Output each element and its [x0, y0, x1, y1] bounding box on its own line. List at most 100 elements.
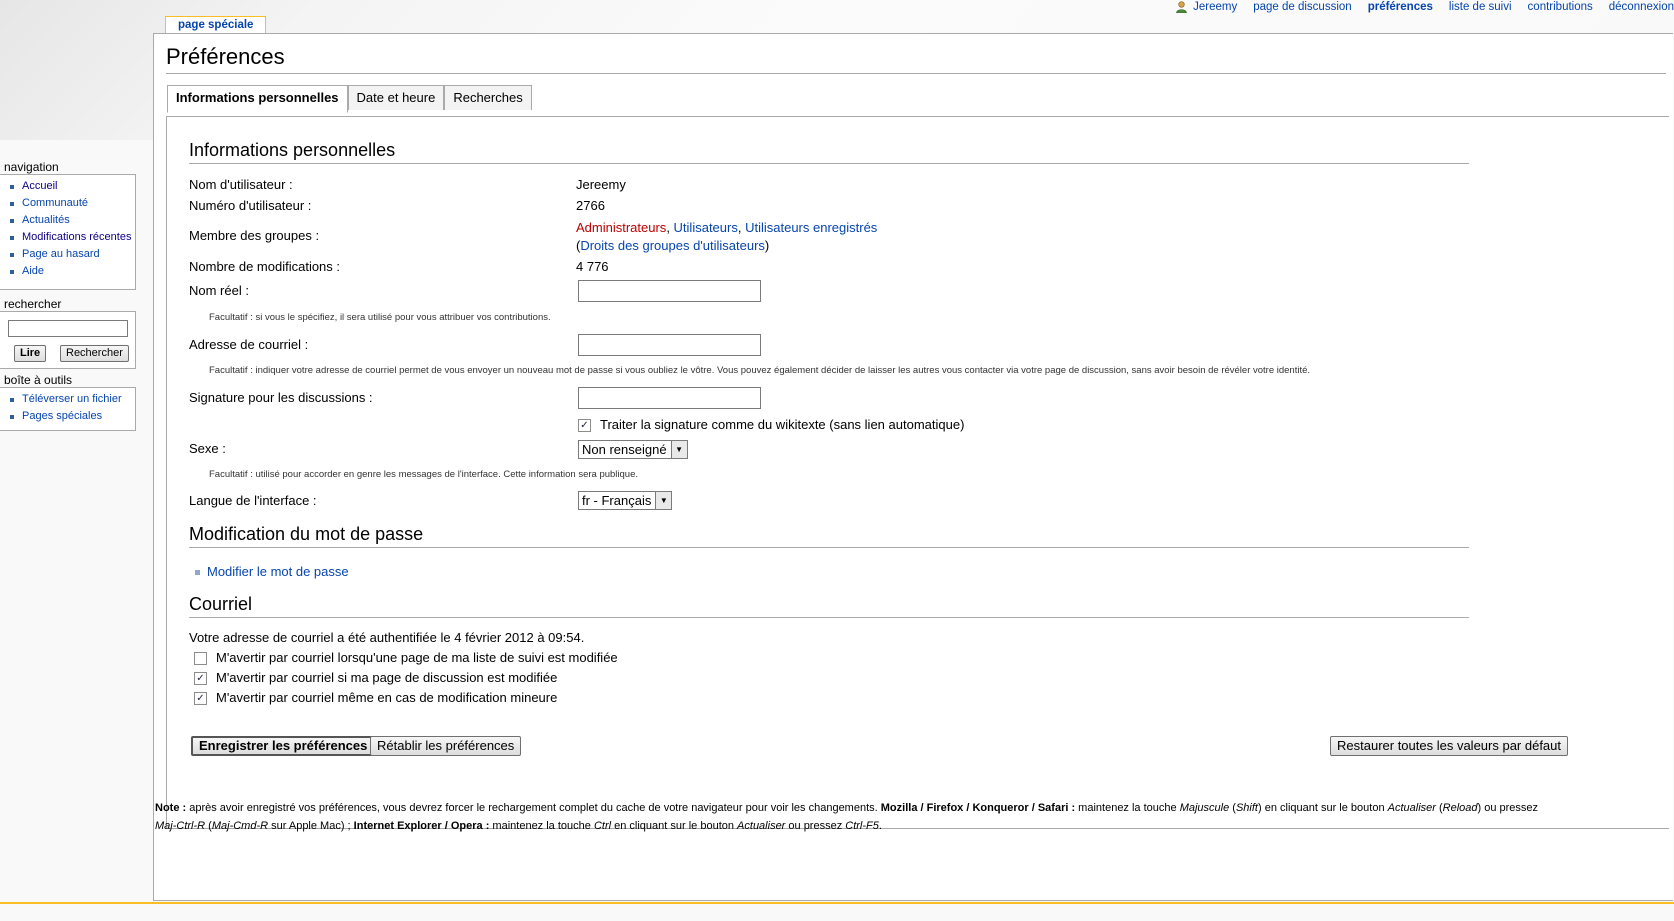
sidebar-item-community[interactable]: Communauté — [10, 195, 135, 212]
sidebar-item-community-link[interactable]: Communauté — [22, 195, 88, 212]
sidebar-item-upload[interactable]: Téléverser un fichier — [10, 391, 135, 408]
note-key: Reload — [1442, 802, 1478, 814]
toolbox-heading: boîte à outils — [4, 373, 73, 387]
search-go-button[interactable]: Lire — [14, 345, 47, 362]
username-label: Nom d'utilisateur : — [189, 177, 293, 192]
note-text: ou pressez — [785, 820, 846, 832]
bullet-icon — [10, 235, 14, 240]
email-opt-minor-checkbox[interactable]: ✓ — [194, 691, 207, 705]
note-text: maintenez la touche — [1075, 802, 1180, 814]
personal-contributions[interactable]: contributions — [1528, 0, 1593, 14]
personal-preferences-link[interactable]: préférences — [1368, 1, 1433, 13]
email-opt-talk-checkbox[interactable]: ✓ — [194, 671, 207, 685]
note-text: en cliquant sur le bouton — [611, 820, 738, 832]
personal-contributions-link[interactable]: contributions — [1528, 1, 1593, 13]
note-text: ) ou pressez — [1477, 802, 1539, 814]
group-separator: , — [737, 220, 746, 235]
sidebar-item-special-pages-link[interactable]: Pages spéciales — [22, 408, 102, 425]
cache-note: Note : après avoir enregistré vos préfér… — [154, 799, 1555, 835]
note-key: Actualiser — [1387, 802, 1436, 814]
section-password-heading: Modification du mot de passe — [189, 523, 1469, 548]
personal-watchlist[interactable]: liste de suivi — [1449, 0, 1512, 14]
fancysig-checkbox[interactable]: ✓ — [578, 418, 591, 432]
toolbox-portlet: Téléverser un fichier Pages spéciales — [0, 387, 136, 431]
group-administrators-link[interactable]: Administrateurs — [576, 220, 666, 235]
bullet-icon — [10, 414, 14, 419]
sidebar-item-news-link[interactable]: Actualités — [22, 212, 70, 229]
sidebar-item-upload-link[interactable]: Téléverser un fichier — [22, 391, 122, 408]
note-ie-label: Internet Explorer / Opera : — [353, 820, 490, 832]
userid-label: Numéro d'utilisateur : — [189, 198, 312, 213]
tab-search[interactable]: Recherches — [444, 85, 532, 110]
personal-talk-link[interactable]: page de discussion — [1253, 1, 1351, 13]
note-text: maintenez la touche — [489, 820, 594, 832]
group-registered-link[interactable]: Utilisateurs enregistrés — [745, 220, 877, 235]
personal-preferences[interactable]: préférences — [1368, 0, 1433, 14]
bullet-icon — [10, 184, 14, 189]
note-key: Maj-Ctrl-R — [155, 820, 206, 832]
change-password-link[interactable]: Modifier le mot de passe — [207, 564, 349, 579]
email-opt-watchlist-checkbox[interactable] — [194, 651, 207, 665]
email-auth-text: Votre adresse de courriel a été authenti… — [189, 630, 585, 645]
sidebar-item-recent-changes-link[interactable]: Modifications récentes — [22, 229, 131, 246]
personal-talk[interactable]: page de discussion — [1253, 0, 1351, 14]
save-button[interactable]: Enregistrer les préférences — [191, 736, 376, 756]
sidebar-item-news[interactable]: Actualités — [10, 212, 135, 229]
realname-input[interactable] — [578, 280, 761, 302]
tab-special-page[interactable]: page spéciale — [165, 16, 267, 33]
user-icon — [1176, 1, 1187, 13]
note-key: Ctrl — [593, 820, 612, 832]
chevron-down-icon: ▼ — [670, 441, 687, 458]
search-heading: rechercher — [4, 297, 62, 311]
sidebar-item-help[interactable]: Aide — [10, 263, 135, 280]
email-input[interactable] — [578, 334, 761, 356]
chevron-down-icon: ▼ — [655, 492, 672, 509]
group-rights-link[interactable]: Droits des groupes d'utilisateurs — [580, 238, 765, 253]
personal-logout[interactable]: déconnexion — [1609, 0, 1674, 14]
gender-label: Sexe : — [189, 441, 226, 456]
sidebar-item-home-link[interactable]: Accueil — [22, 178, 57, 195]
personal-logout-link[interactable]: déconnexion — [1609, 1, 1674, 13]
tab-personal-info[interactable]: Informations personnelles — [167, 85, 348, 113]
personal-user-link[interactable]: Jereemy — [1193, 0, 1237, 14]
tab-special-page-label[interactable]: page spéciale — [178, 19, 253, 31]
note-label: Note : — [155, 802, 187, 814]
gender-select[interactable]: Non renseigné ▼ — [578, 440, 688, 459]
personal-tools: Jereemy page de discussion préférences l… — [1160, 0, 1674, 16]
email-opt-minor-row[interactable]: ✓ M'avertir par courriel même en cas de … — [194, 690, 557, 706]
navigation-heading: navigation — [4, 160, 59, 174]
sidebar-item-recent-changes[interactable]: Modifications récentes — [10, 229, 135, 246]
email-opt-watchlist-row[interactable]: M'avertir par courriel lorsqu'une page d… — [194, 650, 618, 666]
note-text: ( — [205, 820, 212, 832]
signature-input[interactable] — [578, 387, 761, 409]
edits-value: 4 776 — [576, 259, 609, 274]
email-label: Adresse de courriel : — [189, 337, 309, 352]
sidebar-item-home[interactable]: Accueil — [10, 178, 135, 195]
reset-button[interactable]: Rétablir les préférences — [370, 736, 522, 756]
sidebar-item-random[interactable]: Page au hasard — [10, 246, 135, 263]
bullet-icon — [10, 269, 14, 274]
note-text: ) en cliquant sur le bouton — [1257, 802, 1388, 814]
paren-close: ) — [764, 238, 770, 253]
password-item: Modifier le mot de passe — [195, 564, 349, 580]
language-select[interactable]: fr - Français ▼ — [578, 491, 673, 510]
sidebar-item-special-pages[interactable]: Pages spéciales — [10, 408, 135, 425]
group-users-link[interactable]: Utilisateurs — [674, 220, 738, 235]
sidebar-item-help-link[interactable]: Aide — [22, 263, 44, 280]
sidebar-item-random-link[interactable]: Page au hasard — [22, 246, 100, 263]
restore-defaults-button[interactable]: Restaurer toutes les valeurs par défaut — [1330, 736, 1569, 756]
tab-date-time[interactable]: Date et heure — [347, 85, 445, 110]
language-selected: fr - Français — [582, 493, 652, 508]
note-text: sur Apple Mac) ; — [268, 820, 354, 832]
search-button[interactable]: Rechercher — [60, 345, 129, 362]
personal-watchlist-link[interactable]: liste de suivi — [1449, 1, 1512, 13]
preferences-panel: Informations personnelles Nom d'utilisat… — [166, 116, 1669, 829]
personal-user[interactable]: Jereemy — [1176, 0, 1237, 14]
email-opt-talk-row[interactable]: ✓ M'avertir par courriel si ma page de d… — [194, 670, 557, 686]
email-opt-watchlist-label: M'avertir par courriel lorsqu'une page d… — [216, 650, 618, 665]
search-input[interactable] — [8, 320, 128, 337]
note-key: Ctrl-F5 — [845, 820, 879, 832]
note-key: Majuscule — [1179, 802, 1230, 814]
bullet-icon — [195, 570, 200, 576]
fancysig-row[interactable]: ✓ Traiter la signature comme du wikitext… — [578, 417, 964, 433]
